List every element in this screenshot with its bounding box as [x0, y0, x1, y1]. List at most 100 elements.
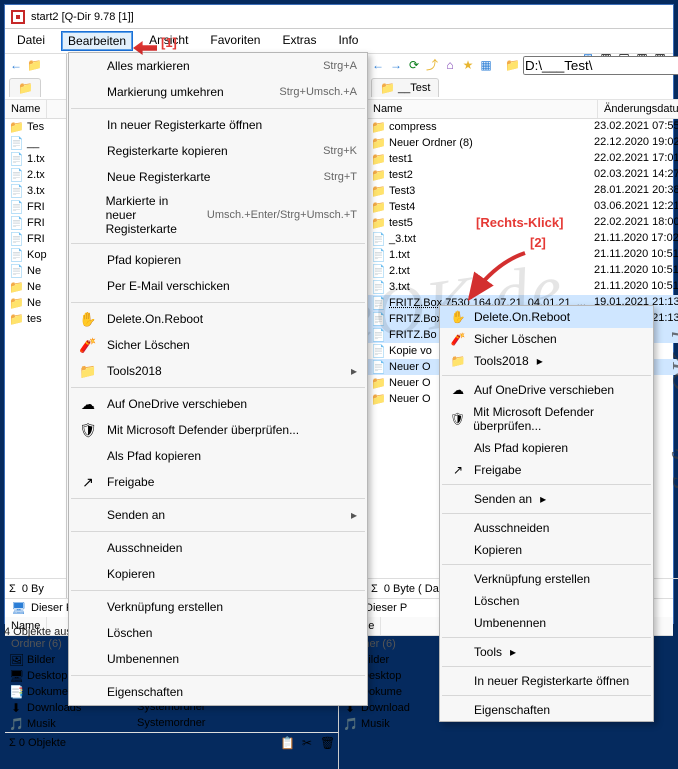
- tab-left[interactable]: 📁: [9, 78, 41, 97]
- list-item[interactable]: 📄Kop: [5, 247, 66, 263]
- menu-item[interactable]: Senden an ▸: [69, 502, 367, 528]
- menu-item[interactable]: Als Pfad kopieren: [69, 443, 367, 469]
- context-item[interactable]: Kopieren: [440, 539, 653, 561]
- context-item[interactable]: ↗ Freigabe: [440, 459, 653, 481]
- menu-item[interactable]: Markierte in neuer Registerkarte Umsch.+…: [69, 190, 367, 240]
- folder-tree-icon[interactable]: ⌂: [443, 58, 457, 72]
- tab-right[interactable]: 📁 __Test: [371, 78, 439, 97]
- list-item[interactable]: 📄__: [5, 135, 66, 151]
- list-item[interactable]: 📁Test3 28.01.2021 20:38: [367, 183, 678, 199]
- forward-icon[interactable]: →: [389, 58, 403, 72]
- list-item[interactable]: 📁Ne: [5, 279, 66, 295]
- menu-item[interactable]: Markierung umkehren Strg+Umsch.+A: [69, 79, 367, 105]
- list-item[interactable]: 📄1.txt 21.11.2020 10:51: [367, 247, 678, 263]
- list-item[interactable]: 📄FRI: [5, 215, 66, 231]
- context-item[interactable]: ✋ Delete.On.Reboot: [440, 306, 653, 328]
- context-item[interactable]: 📁 Tools2018 ▸: [440, 350, 653, 372]
- menu-item[interactable]: Registerkarte kopieren Strg+K: [69, 138, 367, 164]
- trash-icon[interactable]: 🗑: [320, 736, 334, 750]
- menu-item[interactable]: Per E-Mail verschicken: [69, 273, 367, 299]
- context-item[interactable]: Umbenennen: [440, 612, 653, 634]
- menu-item[interactable]: Ausschneiden: [69, 535, 367, 561]
- context-item[interactable]: 🧨 Sicher Löschen: [440, 328, 653, 350]
- folder-icon: 📁: [371, 200, 385, 214]
- list-item[interactable]: 📄3.tx: [5, 183, 66, 199]
- up-icon[interactable]: ⤴: [425, 58, 439, 72]
- menu-item[interactable]: ☁ Auf OneDrive verschieben: [69, 391, 367, 417]
- pane-left-filelist[interactable]: 📁Tes📄__📄1.tx📄2.tx📄3.tx📄FRI📄FRI📄FRI📄Kop📄N…: [5, 119, 66, 578]
- refresh-icon[interactable]: ⟳: [407, 58, 421, 72]
- edit-dropdown-menu[interactable]: Alles markieren Strg+A Markierung umkehr…: [68, 52, 368, 706]
- col-name[interactable]: Name: [5, 100, 47, 118]
- menu-item[interactable]: 📁 Tools2018 ▸: [69, 358, 367, 384]
- scissors-icon[interactable]: ✂: [300, 736, 314, 750]
- folder-icon[interactable]: 📁: [27, 58, 41, 72]
- file-date: 22.02.2021 17:01: [594, 152, 678, 166]
- back-icon[interactable]: ←: [9, 58, 23, 72]
- menu-item-label: Delete.On.Reboot: [107, 312, 357, 326]
- menu-item[interactable]: Alles markieren Strg+A: [69, 53, 367, 79]
- list-item[interactable]: 📁compress 23.02.2021 07:55: [367, 119, 678, 135]
- file-icon: 📄: [9, 184, 23, 198]
- menu-item[interactable]: Umbenennen: [69, 646, 367, 672]
- menu-item[interactable]: Eigenschaften: [69, 679, 367, 705]
- context-item[interactable]: In neuer Registerkarte öffnen: [440, 670, 653, 692]
- menu-item[interactable]: ↗ Freigabe: [69, 469, 367, 495]
- menu-item[interactable]: Kopieren: [69, 561, 367, 587]
- context-item[interactable]: ☁ Auf OneDrive verschieben: [440, 379, 653, 401]
- context-item[interactable]: Senden an ▸: [440, 488, 653, 510]
- menu-item[interactable]: Neue Registerkarte Strg+T: [69, 164, 367, 190]
- folder-name: Musik: [361, 718, 390, 730]
- list-item[interactable]: 🎵Musik Systemordner: [5, 716, 338, 732]
- back-icon[interactable]: ←: [371, 58, 385, 72]
- tool-icon[interactable]: 📋: [280, 736, 294, 750]
- folder-icon: 📁: [371, 168, 385, 182]
- list-item[interactable]: 📄FRI: [5, 231, 66, 247]
- menu-item[interactable]: Verknüpfung erstellen: [69, 594, 367, 620]
- col-name[interactable]: Name: [367, 100, 598, 118]
- list-item[interactable]: 📄1.tx: [5, 151, 66, 167]
- list-item[interactable]: 📁Tes: [5, 119, 66, 135]
- pane-right-list-header[interactable]: Name Änderungsdatum: [367, 100, 678, 119]
- pane-left-list-header[interactable]: Name: [5, 100, 66, 119]
- list-item[interactable]: 📁tes: [5, 311, 66, 327]
- address-input[interactable]: [523, 56, 678, 75]
- menu-file[interactable]: Datei: [11, 31, 51, 51]
- menu-item[interactable]: ✋ Delete.On.Reboot: [69, 306, 367, 332]
- fav-icon[interactable]: ★: [461, 58, 475, 72]
- context-item[interactable]: 🛡 Mit Microsoft Defender überprüfen...: [440, 401, 653, 437]
- grid-icon[interactable]: ▦: [479, 58, 493, 72]
- list-item[interactable]: 📁Test4 03.06.2021 12:21: [367, 199, 678, 215]
- blank-icon: [79, 565, 97, 583]
- list-item[interactable]: 📄Ne: [5, 263, 66, 279]
- list-item[interactable]: 📁Neuer Ordner (8) 22.12.2020 19:02: [367, 135, 678, 151]
- dl-icon: ⬇: [9, 701, 23, 715]
- menu-item[interactable]: In neuer Registerkarte öffnen: [69, 112, 367, 138]
- list-item[interactable]: 📄_3.txt 21.11.2020 17:02: [367, 231, 678, 247]
- context-item[interactable]: Verknüpfung erstellen: [440, 568, 653, 590]
- menu-item[interactable]: Löschen: [69, 620, 367, 646]
- context-item[interactable]: Tools ▸: [440, 641, 653, 663]
- menu-item-label: Verknüpfung erstellen: [107, 600, 357, 614]
- context-item[interactable]: Als Pfad kopieren: [440, 437, 653, 459]
- menu-edit[interactable]: Bearbeiten: [61, 31, 133, 51]
- context-item[interactable]: Ausschneiden: [440, 517, 653, 539]
- list-item[interactable]: 📄FRI: [5, 199, 66, 215]
- context-menu[interactable]: ✋ Delete.On.Reboot 🧨 Sicher Löschen 📁 To…: [439, 305, 654, 722]
- menu-item[interactable]: 🧨 Sicher Löschen: [69, 332, 367, 358]
- list-item[interactable]: 📁test1 22.02.2021 17:01: [367, 151, 678, 167]
- menu-item[interactable]: 🛡 Mit Microsoft Defender überprüfen...: [69, 417, 367, 443]
- list-item[interactable]: 📁test2 02.03.2021 14:27: [367, 167, 678, 183]
- menu-info[interactable]: Info: [332, 31, 364, 51]
- context-item[interactable]: Eigenschaften: [440, 699, 653, 721]
- menu-extras[interactable]: Extras: [276, 31, 322, 51]
- list-item[interactable]: 📄2.txt 21.11.2020 10:51: [367, 263, 678, 279]
- list-item[interactable]: 📄2.tx: [5, 167, 66, 183]
- context-item[interactable]: Löschen: [440, 590, 653, 612]
- context-item-label: Eigenschaften: [474, 703, 550, 717]
- menu-item[interactable]: Pfad kopieren: [69, 247, 367, 273]
- list-item[interactable]: 📁Ne: [5, 295, 66, 311]
- col-date[interactable]: Änderungsdatum: [598, 100, 678, 118]
- menu-favorites[interactable]: Favoriten: [204, 31, 266, 51]
- list-item[interactable]: 📄3.txt 21.11.2020 10:51: [367, 279, 678, 295]
